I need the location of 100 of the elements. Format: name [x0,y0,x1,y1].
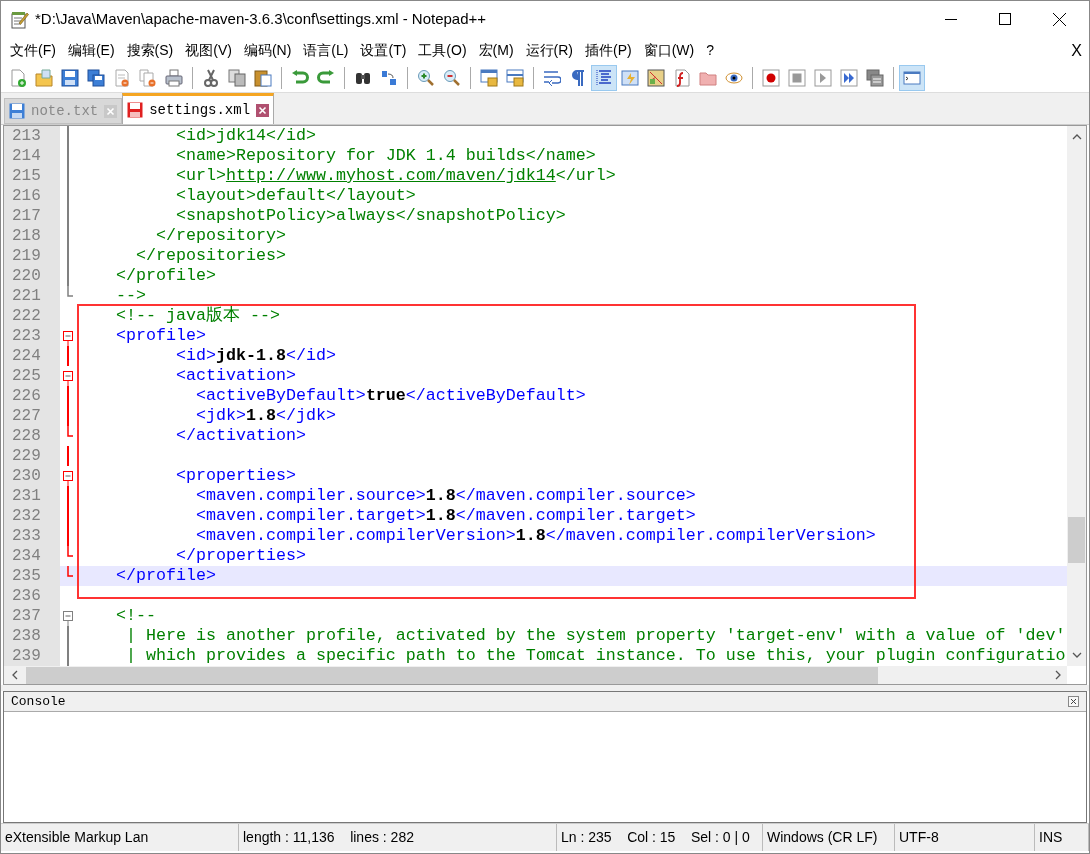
menu-item[interactable]: 设置(T) [354,40,413,61]
line-number: 217 [4,206,60,226]
scroll-left-icon[interactable] [12,670,18,680]
code-line: </repositories> [134,246,286,266]
clipboard-icon [254,68,272,87]
code-line: <maven.compiler.compilerVersion>1.8</maven.compiler.compilerVersion> [194,526,876,546]
menu-item[interactable]: 编辑(E) [61,40,121,61]
code-line: <url>http://www.myhost.com/maven/jdk14</url> [174,166,616,186]
code-line: <layout>default</layout> [174,186,416,206]
record-icon [762,68,780,87]
code-line: <activation> [174,366,296,386]
new-file-icon [9,68,27,87]
code-line: | which provides a specific path to the Tomcat instance. To use this, your plugin configuratio [124,646,1066,666]
menu-item[interactable]: 编码(N) [237,40,298,61]
maximize-icon[interactable] [999,13,1011,25]
locked-windows-icon [506,68,524,87]
fold-toggle-icon[interactable] [63,331,73,346]
line-number: 223 [4,326,60,346]
code-line: </repository> [154,226,286,246]
console-window-icon [903,68,921,87]
encoding-label: UTF-8 [899,828,939,847]
replace-icon [380,68,398,87]
menu-item[interactable]: ? [700,40,721,61]
save-all-icon [87,68,105,87]
menu-item[interactable]: 语言(L) [297,40,355,61]
fold-toggle-icon[interactable] [63,611,73,626]
close-document-button[interactable]: X [1071,38,1082,63]
code-line: <jdk>1.8</jdk> [194,406,336,426]
window-stack-icon [866,68,884,87]
line-number: 231 [4,486,60,506]
redo-arrow-icon [317,68,335,87]
pilcrow-icon [569,68,587,87]
notepad-icon [11,10,29,29]
line-number: 229 [4,446,60,466]
code-line: | Here is another profile, activated by the system property 'target-env' with a value of 'dev' [124,626,1066,646]
fast-forward-icon [840,68,858,87]
document-stats: length : 11,136 lines : 282 [243,828,414,847]
line-number: 220 [4,266,60,286]
code-line: <!-- [114,606,156,626]
zoom-in-icon [417,68,435,87]
code-line: <snapshotPolicy>always</snapshotPolicy> [174,206,566,226]
copy-icon [228,68,246,87]
menu-item[interactable]: 文件(F) [4,40,62,61]
scroll-down-icon[interactable] [1071,652,1082,658]
line-number: 233 [4,526,60,546]
code-line: <profile> [114,326,206,346]
window-title: *D:\Java\Maven\apache-maven-3.6.3\conf\settings.xml - Notepad++ [35,9,487,30]
code-line: <maven.compiler.source>1.8</maven.compiler.source> [194,486,696,506]
line-number: 218 [4,226,60,246]
line-number: 234 [4,546,60,566]
vertical-scrollbar[interactable] [1067,126,1086,666]
line-number: 226 [4,386,60,406]
file-tab[interactable]: settings.xml [122,93,275,124]
menu-item[interactable]: 工具(O) [412,40,473,61]
menu-item[interactable]: 搜索(S) [120,40,180,61]
scrollbar-thumb[interactable] [26,666,878,684]
code-line: <properties> [174,466,296,486]
code-line: </profile> [114,566,216,586]
line-number: 222 [4,306,60,326]
menu-item[interactable]: 运行(R) [519,40,579,61]
code-line: --> [114,286,146,306]
language-label: eXtensible Markup Lan [5,828,149,847]
horizontal-scrollbar[interactable] [4,666,1067,684]
code-line: <maven.compiler.target>1.8</maven.compiler.target> [194,506,696,526]
line-number: 228 [4,426,60,446]
zoom-out-icon [443,68,461,87]
code-line: <name>Repository for JDK 1.4 builds</name> [174,146,596,166]
code-line: <!-- java版本 --> [114,306,280,326]
code-line: <activeByDefault>true</activeByDefault> [194,386,586,406]
line-number: 235 [4,566,60,586]
line-number: 214 [4,146,60,166]
close-icon[interactable] [1053,13,1066,26]
fold-toggle-icon[interactable] [63,471,73,486]
scrollbar-thumb[interactable] [1068,517,1085,563]
line-number: 221 [4,286,60,306]
close-icon[interactable] [1068,696,1079,707]
scroll-up-icon[interactable] [1071,134,1082,140]
menu-item[interactable]: 视图(V) [179,40,238,61]
menu-item[interactable]: 宏(M) [472,40,520,61]
line-number: 232 [4,506,60,526]
indent-guide-icon [595,68,613,87]
open-folder-icon [35,68,53,87]
menu-item[interactable]: 插件(P) [579,40,638,61]
word-wrap-icon [543,68,561,87]
close-file-icon [113,68,131,87]
code-line: <id>jdk14</id> [174,126,316,146]
insert-mode-label: INS [1039,828,1063,847]
line-number: 230 [4,466,60,486]
play-icon [814,68,832,87]
line-number: 224 [4,346,60,366]
fold-toggle-icon[interactable] [63,371,73,386]
line-number: 216 [4,186,60,206]
code-line: </activation> [174,426,306,446]
scroll-right-icon[interactable] [1055,670,1061,680]
lightning-window-icon [621,68,639,87]
line-number: 227 [4,406,60,426]
code-line: <id>jdk-1.8</id> [174,346,336,366]
line-number: 225 [4,366,60,386]
line-number: 236 [4,586,60,606]
menu-item[interactable]: 窗口(W) [637,40,701,61]
